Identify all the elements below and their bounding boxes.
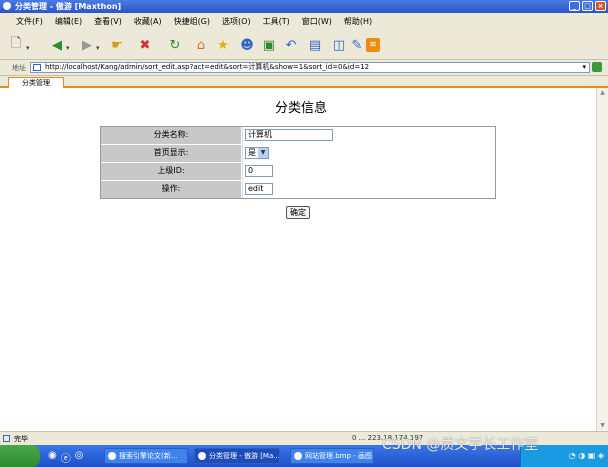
go-icon[interactable] <box>592 62 602 72</box>
scroll-up-icon[interactable]: ▲ <box>597 88 608 98</box>
status-text: 完毕 <box>14 435 28 443</box>
restore-button[interactable]: □ <box>582 1 593 11</box>
menu-window[interactable]: 窗口(W) <box>302 16 332 27</box>
back-icon[interactable]: ◀ <box>48 36 66 54</box>
undo-icon[interactable]: ↶ <box>282 36 300 54</box>
homepage-show-select[interactable]: 是 ▼ <box>245 147 269 159</box>
menu-groups[interactable]: 快捷组(G) <box>174 16 210 27</box>
window-title: 分类管理 - 傲游 [Maxthon] <box>15 2 122 11</box>
word-icon <box>108 452 116 460</box>
tools-icon[interactable]: ▤ <box>306 36 324 54</box>
address-input[interactable]: http://localhost/Kang/admin/sort_edit.as… <box>30 62 590 73</box>
stop-icon[interactable]: ✖ <box>136 36 154 54</box>
refresh-icon[interactable]: ↻ <box>166 36 184 54</box>
minimize-button[interactable]: _ <box>569 1 580 11</box>
parent-id-label: 上级ID: <box>101 163 242 180</box>
form-row-action: 操作: edit <box>101 181 495 198</box>
chevron-down-icon[interactable]: ▼ <box>258 148 268 158</box>
new-page-icon[interactable]: 🗋 <box>8 36 24 54</box>
home-icon[interactable]: ⌂ <box>192 36 210 54</box>
category-form: 分类名称: 计算机 首页显示: 是 ▼ 上级ID: 0 操作: edit <box>100 126 496 199</box>
menu-help[interactable]: 帮助(H) <box>344 16 372 27</box>
menu-favorites[interactable]: 收藏(A) <box>134 16 162 27</box>
category-name-input[interactable]: 计算机 <box>245 129 333 141</box>
maxthon-icon <box>198 452 206 460</box>
form-row-parent: 上级ID: 0 <box>101 163 495 181</box>
quick-launch: ◉ ⓔ ◎ <box>48 450 83 465</box>
ie-quicklaunch-icon[interactable]: ⓔ <box>61 450 71 465</box>
notes-icon[interactable]: ✎ <box>348 36 366 54</box>
action-input[interactable]: edit <box>245 183 273 195</box>
browser-quicklaunch-icon[interactable]: ◉ <box>48 450 57 465</box>
rss-icon[interactable]: ≋ <box>366 38 380 52</box>
close-button[interactable]: × <box>595 1 606 11</box>
window-titlebar: 分类管理 - 傲游 [Maxthon] _ □ × <box>0 0 608 13</box>
favorites-icon[interactable]: ★ <box>214 36 232 54</box>
menu-tools[interactable]: 工具(T) <box>263 16 290 27</box>
split-window-icon[interactable]: ◫ <box>330 36 348 54</box>
menu-options[interactable]: 选项(O) <box>222 16 251 27</box>
tab-bar: 分类管理 <box>0 76 608 88</box>
menu-bar: 文件(F) 编辑(E) 查看(V) 收藏(A) 快捷组(G) 选项(O) 工具(… <box>0 13 608 30</box>
maxthon-app-icon <box>3 2 11 10</box>
vertical-scrollbar[interactable]: ▲ ▼ <box>596 88 608 431</box>
users-icon[interactable]: ☻ <box>238 36 256 54</box>
form-row-name: 分类名称: 计算机 <box>101 127 495 145</box>
address-label: 地址 <box>12 64 26 72</box>
task-label: 网站管理.bmp - 画图 <box>305 452 372 460</box>
taskbar-item-word[interactable]: 搜索引擎论文(新... <box>104 448 188 464</box>
back-dropdown-icon[interactable]: ▾ <box>66 39 70 57</box>
tab-category-management[interactable]: 分类管理 <box>8 77 64 88</box>
forward-icon[interactable]: ▶ <box>78 36 96 54</box>
address-dropdown-icon[interactable]: ▾ <box>582 63 586 71</box>
action-label: 操作: <box>101 181 242 198</box>
tray-icons[interactable]: ◔ ◑ ▣ ◈ <box>569 451 604 460</box>
page-icon <box>33 64 41 71</box>
toolbar: 🗋 ▾ ◀ ▾ ▶ ▾ ☛ ✖ ↻ ⌂ ★ ☻ ▣ ↶ ▤ ◫ ✎ ≋ <box>0 30 608 60</box>
taskbar-item-maxthon[interactable]: 分类管理 - 傲游 [Ma... <box>194 448 280 464</box>
homepage-show-label: 首页显示: <box>101 145 242 162</box>
csdn-watermark: CSDN @质文学长工作室 <box>382 437 539 453</box>
category-name-label: 分类名称: <box>101 127 242 144</box>
task-label: 搜索引擎论文(新... <box>119 452 178 460</box>
mouse-gesture-icon[interactable]: ☛ <box>108 36 126 54</box>
menu-edit[interactable]: 编辑(E) <box>55 16 82 27</box>
maxthon-quicklaunch-icon[interactable]: ◎ <box>75 450 84 465</box>
screenshot-icon[interactable]: ▣ <box>260 36 278 54</box>
menu-file[interactable]: 文件(F) <box>16 16 43 27</box>
address-url: http://localhost/Kang/admin/sort_edit.as… <box>45 63 370 71</box>
submit-button[interactable]: 确定 <box>286 206 310 219</box>
page-title: 分类信息 <box>274 101 327 116</box>
form-row-show: 首页显示: 是 ▼ <box>101 145 495 163</box>
parent-id-input[interactable]: 0 <box>245 165 273 177</box>
page-content: 分类信息 分类名称: 计算机 首页显示: 是 ▼ 上级ID: 0 操作: edi… <box>6 88 596 431</box>
done-page-icon <box>3 435 10 442</box>
paint-icon <box>294 452 302 460</box>
address-bar: 地址 http://localhost/Kang/admin/sort_edit… <box>0 60 608 76</box>
homepage-show-value: 是 <box>248 148 256 157</box>
taskbar-item-paint[interactable]: 网站管理.bmp - 画图 <box>290 448 374 464</box>
forward-dropdown-icon[interactable]: ▾ <box>96 39 100 57</box>
start-button[interactable] <box>0 445 40 467</box>
task-label: 分类管理 - 傲游 [Ma... <box>209 452 280 460</box>
scroll-down-icon[interactable]: ▼ <box>597 421 608 431</box>
menu-view[interactable]: 查看(V) <box>94 16 122 27</box>
new-dropdown-icon[interactable]: ▾ <box>26 39 30 57</box>
